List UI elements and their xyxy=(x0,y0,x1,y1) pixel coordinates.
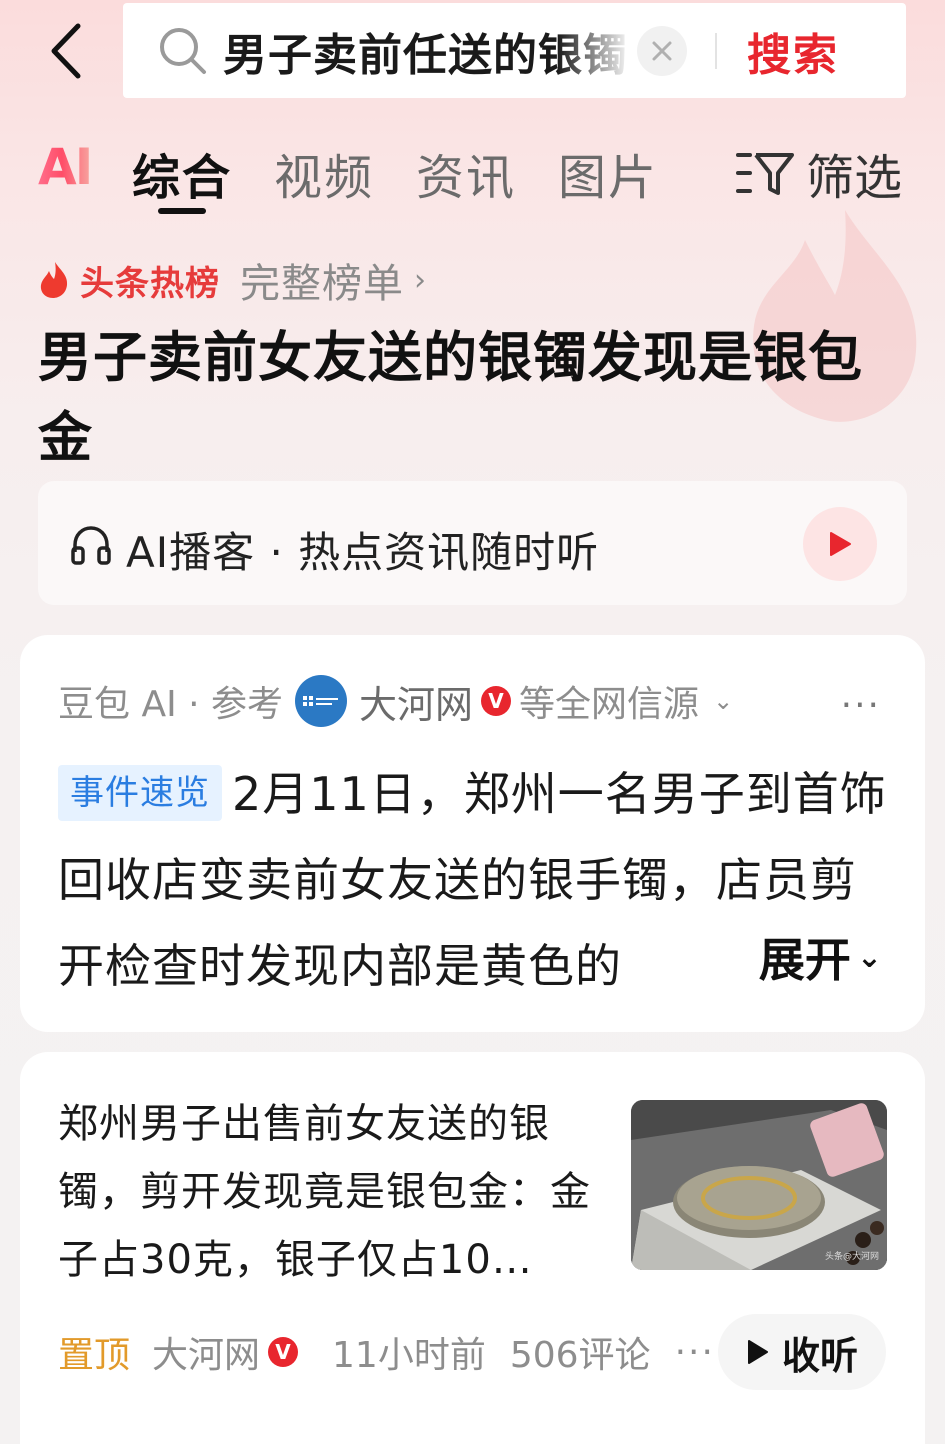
source-prefix: 豆包 AI · 参考 xyxy=(58,684,284,725)
news-source[interactable]: 大河网 xyxy=(152,1326,260,1378)
news-card[interactable]: 郑州男子出售前女友送的银镯，剪开发现竟是银包金：金子占30克，银子仅占10… 头… xyxy=(20,1052,925,1444)
thumbnail-watermark: 头条@大河网 xyxy=(824,1252,879,1262)
filter-button[interactable]: 筛选 xyxy=(736,138,902,208)
listen-label: 收听 xyxy=(781,1333,858,1378)
ai-tab[interactable]: AI xyxy=(38,138,93,196)
tab-comprehensive[interactable]: 综合 xyxy=(132,138,232,208)
search-submit-button[interactable]: 搜索 xyxy=(747,19,839,83)
headphones-icon xyxy=(71,526,111,565)
hot-list-label: 头条热榜 xyxy=(80,263,220,304)
more-options-icon[interactable]: ··· xyxy=(841,685,881,726)
verified-icon: V xyxy=(268,1337,299,1367)
news-title[interactable]: 郑州男子出售前女友送的银镯，剪开发现竟是银包金：金子占30克，银子仅占10… xyxy=(58,1090,598,1294)
tab-news[interactable]: 资讯 xyxy=(416,138,516,208)
chevron-left-icon xyxy=(51,23,81,79)
search-divider xyxy=(715,32,717,69)
top-bar: 男子卖前任送的银镯 搜索 xyxy=(0,0,945,108)
news-thumbnail[interactable]: 头条@大河网 xyxy=(631,1100,887,1270)
source-suffix: 等全网信源 xyxy=(519,684,700,725)
podcast-label: AI播客 · 热点资讯随时听 xyxy=(126,528,600,577)
clear-search-button[interactable] xyxy=(637,25,687,76)
summary-source-row[interactable]: 豆包 AI · 参考 大河网 V 等全网信源 ⌄ xyxy=(58,675,733,727)
listen-button[interactable]: 收听 xyxy=(718,1314,886,1390)
flame-icon xyxy=(40,262,68,298)
more-options-icon[interactable]: ··· xyxy=(675,1332,715,1373)
expand-button[interactable]: 展开 ⌄ xyxy=(710,917,900,997)
search-box[interactable]: 男子卖前任送的银镯 搜索 xyxy=(123,3,906,98)
chevron-right-icon: › xyxy=(414,262,426,298)
filter-label: 筛选 xyxy=(806,150,903,206)
expand-label: 展开 xyxy=(758,933,851,987)
tab-images[interactable]: 图片 xyxy=(558,138,658,208)
full-list-link[interactable]: 完整榜单 xyxy=(240,251,404,309)
source-name: 大河网 xyxy=(359,682,474,727)
chevron-down-icon: ⌄ xyxy=(856,939,882,975)
play-icon xyxy=(830,532,851,556)
search-icon xyxy=(160,27,206,74)
ai-summary-card: 豆包 AI · 参考 大河网 V 等全网信源 ⌄ ··· 事件速览 2月11日，郑… xyxy=(20,635,925,1032)
play-icon xyxy=(747,1340,768,1364)
bracelet-photo xyxy=(631,1100,887,1270)
tab-video[interactable]: 视频 xyxy=(274,138,374,208)
ai-podcast-bar[interactable]: AI播客 · 热点资讯随时听 xyxy=(38,481,907,605)
hot-topic-headline[interactable]: 男子卖前女友送的银镯发现是银包金 xyxy=(38,318,898,478)
pinned-tag: 置顶 xyxy=(58,1335,131,1376)
verified-icon: V xyxy=(481,686,512,716)
source-logo-icon xyxy=(295,675,348,727)
hot-list-link[interactable]: 头条热榜 完整榜单 › xyxy=(38,252,426,308)
news-meta: 置顶 大河网 V 11小时前 506评论 ··· xyxy=(58,1322,715,1382)
search-input[interactable]: 男子卖前任送的银镯 xyxy=(223,19,631,83)
close-icon xyxy=(652,41,672,60)
filter-icon xyxy=(736,153,794,195)
chevron-down-icon: ⌄ xyxy=(713,687,734,715)
podcast-play-button[interactable] xyxy=(803,507,877,581)
news-time: 11小时前 xyxy=(332,1335,486,1376)
active-tab-indicator xyxy=(158,208,206,214)
back-button[interactable] xyxy=(30,14,100,88)
event-summary-tag: 事件速览 xyxy=(58,765,222,821)
news-comments[interactable]: 506评论 xyxy=(510,1326,651,1378)
